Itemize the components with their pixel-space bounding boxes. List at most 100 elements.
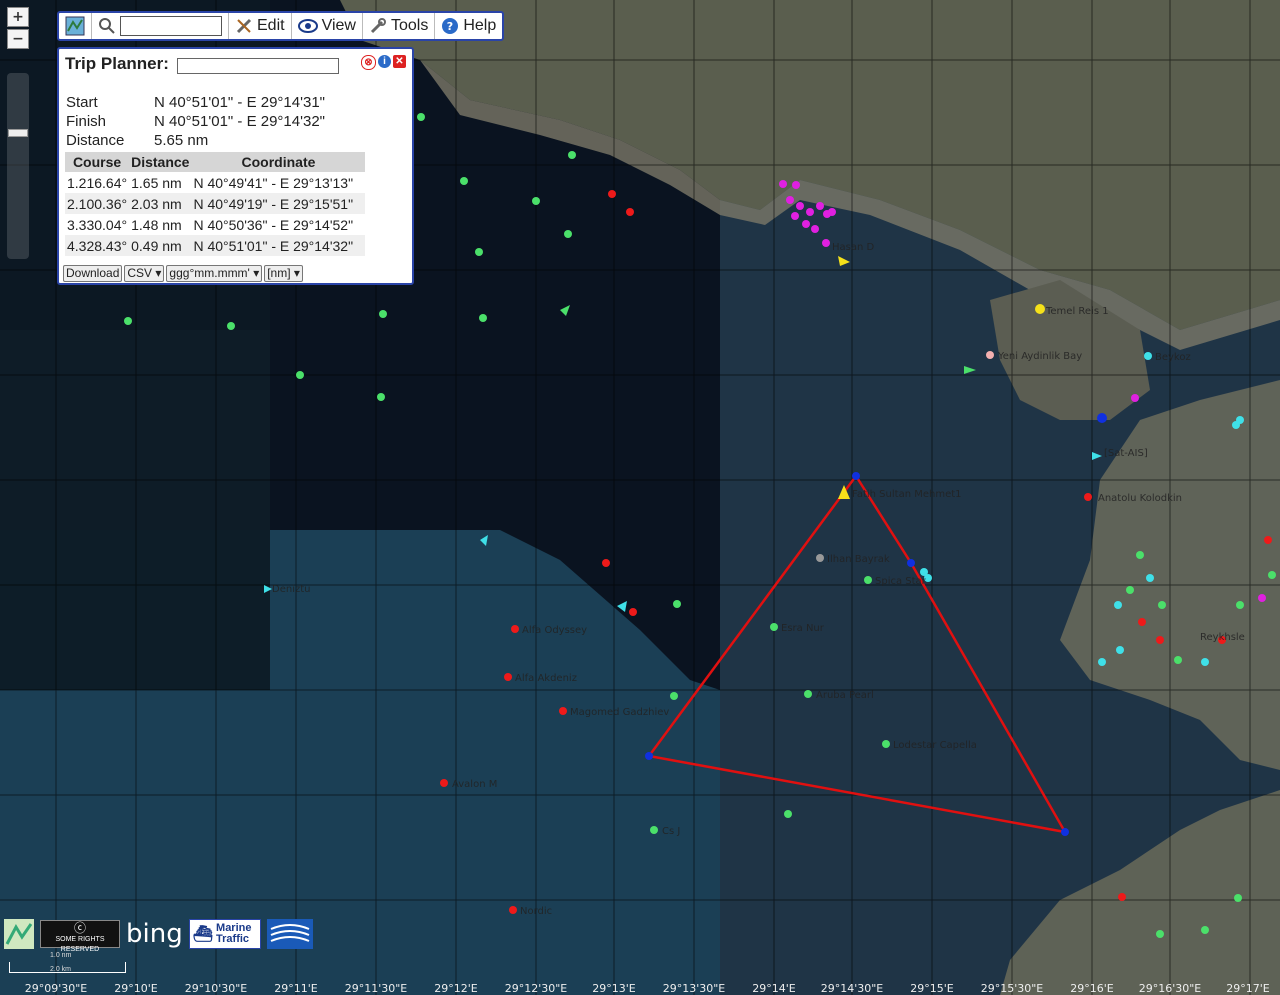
map-layers-button[interactable]: [59, 13, 92, 39]
vessel-marker[interactable]: [440, 779, 448, 787]
distance-value: 5.65 nm: [154, 132, 209, 149]
vessel-label: Alfa Odyssey: [522, 625, 587, 636]
leg-distance: 0.49 nm: [129, 235, 192, 256]
format-select[interactable]: CSV ▾: [124, 265, 165, 282]
help-label: Help: [463, 17, 497, 34]
bing-logo[interactable]: bing: [126, 919, 183, 949]
svg-text:?: ?: [447, 20, 453, 33]
vessel-marker[interactable]: [460, 177, 468, 185]
lon-label: 29°14'E: [752, 982, 796, 995]
unit-select[interactable]: [nm] ▾: [264, 265, 303, 282]
vessel-label: Esra Nur: [781, 623, 825, 634]
vessel-marker[interactable]: [986, 351, 994, 359]
vessel-marker[interactable]: [784, 810, 792, 818]
trip-name-field[interactable]: [177, 58, 339, 74]
export-controls: Download CSV ▾ ggg°mm.mmm' ▾ [nm] ▾: [63, 265, 303, 282]
vessel-marker[interactable]: [626, 208, 634, 216]
vessel-marker[interactable]: [124, 317, 132, 325]
vessel-marker[interactable]: [532, 197, 540, 205]
marinetraffic-logo[interactable]: ⛴ Marine Traffic: [188, 919, 261, 949]
table-row: 3.330.04° 1.48 nm N 40°50'36" - E 29°14'52…: [65, 214, 365, 235]
tools-label: Tools: [390, 17, 429, 34]
vessel-marker[interactable]: [509, 906, 517, 914]
vessel-label: Nordic: [520, 906, 552, 917]
lon-label: 29°12'30"E: [504, 982, 568, 995]
vessel-marker[interactable]: [1084, 493, 1092, 501]
view-label: View: [321, 17, 356, 34]
vessel-label: Temel Reis 1: [1045, 306, 1109, 317]
zoom-slider[interactable]: [7, 73, 29, 259]
leg-course: 4.328.43°: [65, 235, 130, 256]
start-label: Start: [66, 94, 98, 111]
leg-coordinate: N 40°50'36" - E 29°14'52": [193, 216, 354, 233]
zoom-slider-handle[interactable]: [8, 129, 28, 137]
vessel-marker[interactable]: [650, 826, 658, 834]
vessel-label: Magomed Gadzhiev: [570, 707, 669, 718]
vessel-marker[interactable]: [864, 576, 872, 584]
vessel-marker[interactable]: [479, 314, 487, 322]
search-input[interactable]: [120, 16, 222, 36]
coordinate-format-select[interactable]: ggg°mm.mmm' ▾: [166, 265, 263, 282]
edit-menu[interactable]: Edit: [229, 13, 292, 39]
vessel-marker[interactable]: [602, 559, 610, 567]
clear-route-icon[interactable]: ⊗: [361, 55, 376, 70]
vessel-marker[interactable]: [417, 113, 425, 121]
waypoint-start[interactable]: [852, 472, 860, 480]
edit-label: Edit: [257, 17, 285, 34]
zoom-out-button[interactable]: −: [7, 29, 29, 49]
vessel-marker[interactable]: [670, 692, 678, 700]
zoom-in-button[interactable]: +: [7, 7, 29, 27]
unit-select-value: [nm]: [267, 266, 291, 280]
satellite-logo-icon[interactable]: [266, 919, 313, 949]
vessel-marker[interactable]: [379, 310, 387, 318]
vessel-label: Beykoz: [1155, 352, 1191, 363]
vessel-marker[interactable]: [504, 673, 512, 681]
vessel-marker[interactable]: [568, 151, 576, 159]
distance-label: Distance: [66, 132, 125, 149]
leg-distance: 2.03 nm: [129, 193, 192, 214]
vessel-label: Spica Star: [875, 576, 927, 587]
tools-menu[interactable]: Tools: [363, 13, 436, 39]
vessel-marker[interactable]: [227, 322, 235, 330]
vessel-marker[interactable]: [629, 608, 637, 616]
close-icon[interactable]: ✕: [393, 55, 406, 68]
vessel-marker[interactable]: [1035, 304, 1045, 314]
waypoint-2[interactable]: [1061, 828, 1069, 836]
vessel-marker[interactable]: [608, 190, 616, 198]
map-logo-icon[interactable]: [4, 919, 34, 949]
help-menu[interactable]: ? Help: [435, 13, 502, 39]
vessel-marker[interactable]: [377, 393, 385, 401]
lon-label: 29°15'E: [910, 982, 954, 995]
vessel-marker[interactable]: [816, 554, 824, 562]
lon-label: 29°14'30"E: [820, 982, 884, 995]
vessel-marker[interactable]: [804, 690, 812, 698]
search-icon: [99, 18, 115, 34]
vessel-marker[interactable]: [770, 623, 778, 631]
vessel-marker[interactable]: [673, 600, 681, 608]
vessel-marker[interactable]: [1097, 413, 1107, 423]
vessel-label: Lodestar Capella: [893, 740, 977, 751]
vessel-marker[interactable]: [296, 371, 304, 379]
coordinate-format-value: ggg°mm.mmm': [169, 266, 250, 280]
leg-coordinate: N 40°51'01" - E 29°14'32": [191, 235, 366, 256]
waypoint-3[interactable]: [907, 559, 915, 567]
lon-label: 29°11'E: [274, 982, 318, 995]
vessel-label: [Sat-AIS]: [1104, 448, 1148, 459]
leg-course: 2.100.36°: [65, 193, 130, 214]
waypoint-1[interactable]: [645, 752, 653, 760]
eye-icon: [297, 19, 318, 33]
vessel-marker[interactable]: [475, 248, 483, 256]
info-icon[interactable]: i: [378, 55, 391, 68]
vessel-label: Yeni Aydinlik Bay: [997, 351, 1082, 362]
vessel-label: Fatih Sultan Mehmet1: [852, 489, 962, 500]
vessel-marker[interactable]: [559, 707, 567, 715]
vessel-marker[interactable]: [564, 230, 572, 238]
cc-license-badge[interactable]: ⓒ SOME RIGHTS RESERVED: [40, 920, 120, 953]
vessel-marker[interactable]: [511, 625, 519, 633]
vessel-marker[interactable]: [882, 740, 890, 748]
download-button[interactable]: Download: [63, 265, 123, 282]
view-menu[interactable]: View: [292, 13, 363, 39]
table-row: 1.216.64° 1.65 nm N 40°49'41" - E 29°13'13…: [65, 172, 365, 193]
zoom-control[interactable]: + −: [7, 7, 29, 259]
course-header: Course: [65, 152, 130, 172]
